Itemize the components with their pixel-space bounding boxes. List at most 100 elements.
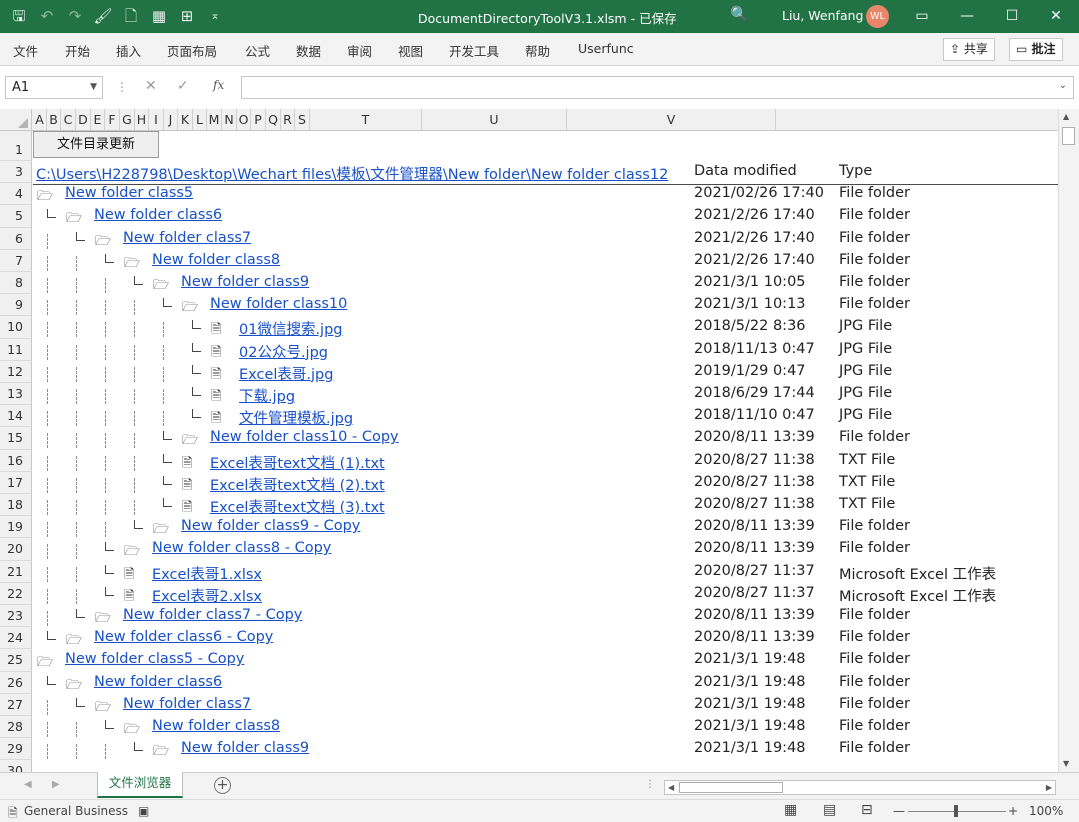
insert-function-icon[interactable]: fx	[213, 78, 224, 92]
column-header-f[interactable]: F	[105, 109, 120, 130]
name-box[interactable]: A1 ▼	[5, 76, 103, 99]
table-icon[interactable]: ▦	[148, 5, 170, 27]
file-link[interactable]: 文件管理模板.jpg	[239, 407, 353, 428]
column-header-g[interactable]: G	[120, 109, 135, 130]
zoom-in-button[interactable]: +	[1008, 804, 1018, 818]
folder-link[interactable]: New folder class9	[181, 274, 309, 290]
file-link[interactable]: Excel表哥text文档 (2).txt	[210, 474, 385, 495]
folder-link[interactable]: New folder class5 - Copy	[65, 651, 244, 667]
tab-split-handle-icon[interactable]: ⋮	[645, 779, 655, 790]
sheet-tab-active[interactable]: 文件浏览器	[97, 772, 183, 798]
folder-link[interactable]: New folder class8	[152, 252, 280, 268]
tab-file[interactable]: 文件	[13, 41, 38, 60]
formula-input[interactable]: ⌄	[241, 76, 1074, 99]
user-name[interactable]: Liu, Wenfang	[782, 8, 863, 23]
tab-data[interactable]: 数据	[296, 41, 321, 60]
zoom-level[interactable]: 100%	[1029, 804, 1063, 818]
tab-formulas[interactable]: 公式	[245, 41, 270, 60]
row-header[interactable]: 11	[0, 339, 31, 361]
row-header[interactable]: 3	[0, 161, 31, 184]
row-header[interactable]: 30	[0, 760, 31, 772]
sheet-nav-prev-icon[interactable]: ◀	[24, 779, 32, 790]
file-link[interactable]: 02公众号.jpg	[239, 341, 328, 362]
tab-page-layout[interactable]: 页面布局	[167, 41, 217, 60]
save-icon[interactable]: 🖫	[8, 5, 30, 27]
file-link[interactable]: Excel表哥2.xlsx	[152, 585, 262, 606]
row-header[interactable]: 6	[0, 228, 31, 250]
column-header-q[interactable]: Q	[266, 109, 281, 130]
file-link[interactable]: 01微信搜索.jpg	[239, 318, 343, 339]
scroll-left-icon[interactable]: ◀	[668, 781, 674, 794]
row-header[interactable]: 8	[0, 272, 31, 295]
folder-link[interactable]: New folder class5	[65, 185, 193, 201]
row-header[interactable]: 18	[0, 494, 31, 517]
row-header[interactable]: 23	[0, 605, 31, 628]
column-header-s[interactable]: S	[295, 109, 310, 130]
search-icon[interactable]: 🔍	[730, 5, 749, 23]
folder-link[interactable]: New folder class9	[181, 740, 309, 756]
row-header[interactable]: 27	[0, 694, 31, 716]
column-header-l[interactable]: L	[193, 109, 207, 130]
folder-link[interactable]: New folder class9 - Copy	[181, 518, 360, 534]
row-header[interactable]: 24	[0, 627, 31, 650]
format-painter-icon[interactable]: 🖌	[92, 5, 114, 27]
cell-area[interactable]: 文件目录更新 C:\Users\H228798\Desktop\Wechart f…	[33, 131, 1058, 772]
cancel-icon[interactable]: ✕	[145, 78, 157, 94]
column-header-d[interactable]: D	[76, 109, 91, 130]
tab-review[interactable]: 审阅	[347, 41, 372, 60]
row-header[interactable]: 17	[0, 472, 31, 494]
column-header-i[interactable]: I	[149, 109, 164, 130]
update-directory-button[interactable]: 文件目录更新	[33, 131, 159, 158]
column-header-n[interactable]: N	[222, 109, 237, 130]
row-header[interactable]: 21	[0, 561, 31, 583]
horizontal-scrollbar[interactable]: ◀ ▶	[664, 780, 1056, 795]
column-header-a[interactable]: A	[33, 109, 47, 130]
borders-icon[interactable]: ⊞	[176, 5, 198, 27]
ribbon-display-options-icon[interactable]: ▭	[905, 4, 939, 28]
column-header-c[interactable]: C	[61, 109, 76, 130]
file-link[interactable]: Excel表哥text文档 (3).txt	[210, 496, 385, 517]
zoom-out-button[interactable]: —	[893, 804, 905, 818]
row-header[interactable]: 28	[0, 716, 31, 739]
avatar[interactable]: WL	[866, 5, 889, 28]
tab-userfunc[interactable]: Userfunc	[578, 41, 634, 56]
row-header[interactable]: 4	[0, 183, 31, 206]
row-header[interactable]: 12	[0, 361, 31, 383]
column-header-k[interactable]: K	[178, 109, 193, 130]
folder-link[interactable]: New folder class8	[152, 718, 280, 734]
row-header[interactable]: 9	[0, 294, 31, 317]
page-break-view-icon[interactable]: ⊟	[861, 802, 873, 818]
row-header[interactable]: 7	[0, 250, 31, 272]
enter-icon[interactable]: ✓	[177, 78, 189, 94]
column-header-j[interactable]: J	[164, 109, 178, 130]
row-header[interactable]: 14	[0, 405, 31, 428]
column-header-r[interactable]: R	[281, 109, 295, 130]
tab-developer[interactable]: 开发工具	[449, 41, 499, 60]
column-header-o[interactable]: O	[237, 109, 251, 130]
customize-qat-icon[interactable]: ⌅	[204, 5, 226, 27]
undo-icon[interactable]: ↶	[36, 5, 58, 27]
column-header-t[interactable]: T	[310, 109, 422, 130]
vertical-scroll-thumb[interactable]	[1062, 127, 1075, 145]
row-header[interactable]: 5	[0, 205, 31, 228]
minimize-icon[interactable]: —	[950, 4, 984, 28]
folder-link[interactable]: New folder class10	[210, 296, 347, 312]
row-header[interactable]: 16	[0, 450, 31, 472]
row-header[interactable]: 10	[0, 316, 31, 339]
folder-link[interactable]: New folder class6	[94, 207, 222, 223]
zoom-slider-thumb[interactable]	[954, 805, 958, 817]
close-icon[interactable]: ✕	[1039, 4, 1073, 28]
folder-link[interactable]: New folder class8 - Copy	[152, 540, 331, 556]
row-header[interactable]: 1	[0, 131, 31, 161]
tab-view[interactable]: 视图	[398, 41, 423, 60]
row-header[interactable]: 29	[0, 738, 31, 761]
file-link[interactable]: Excel表哥.jpg	[239, 363, 333, 384]
tab-help[interactable]: 帮助	[525, 41, 550, 60]
row-header[interactable]: 15	[0, 427, 31, 450]
macro-record-icon[interactable]: ▣	[138, 804, 149, 818]
tab-home[interactable]: 开始	[65, 41, 90, 60]
row-header[interactable]: 25	[0, 649, 31, 672]
column-header-e[interactable]: E	[91, 109, 105, 130]
folder-link[interactable]: New folder class7	[123, 230, 251, 246]
column-header-h[interactable]: H	[135, 109, 149, 130]
